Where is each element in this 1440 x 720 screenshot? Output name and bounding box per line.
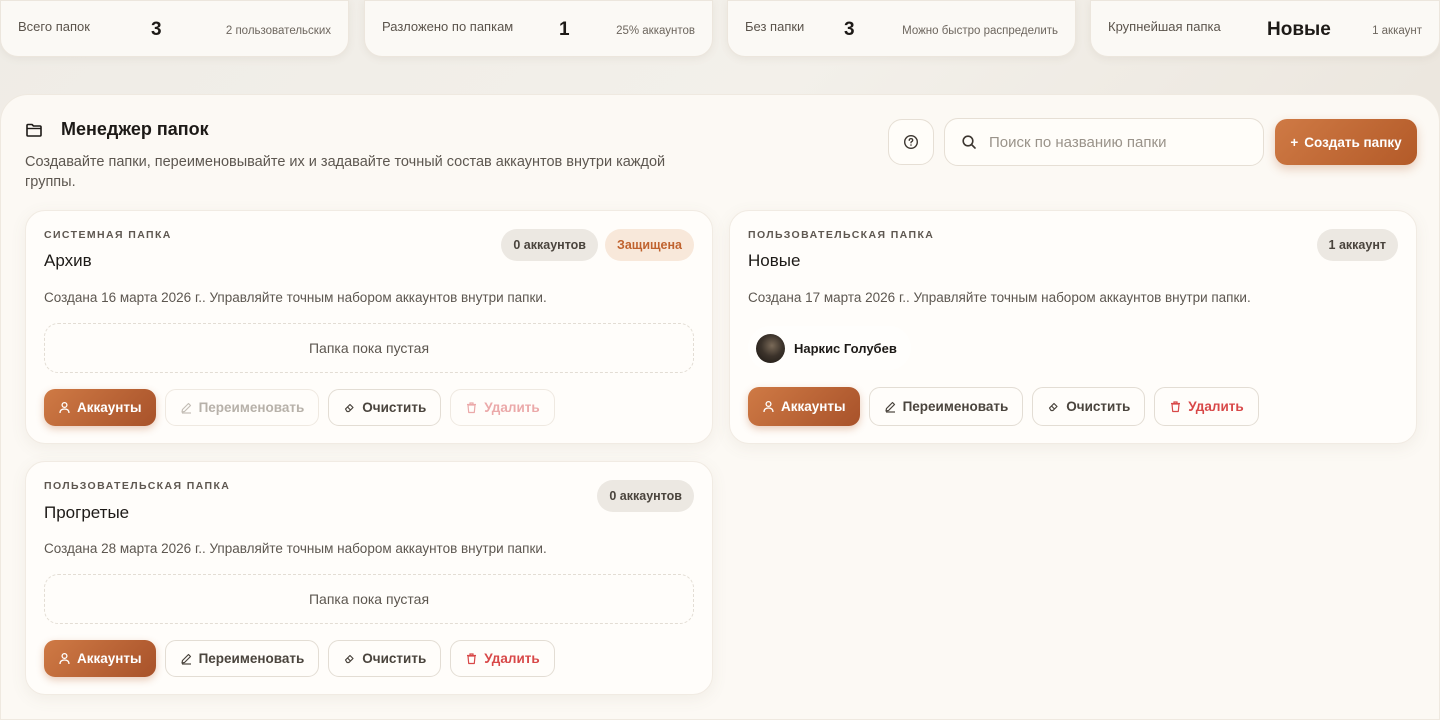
rename-button[interactable]: Переименовать (164, 640, 320, 677)
stat-card-unsorted: Без папки 3 Можно быстро распределить (727, 0, 1076, 57)
stat-sub: 25% аккаунтов (616, 25, 695, 37)
folder-card-archive: СИСТЕМНАЯ ПАПКА Архив 0 аккаунтов Защище… (25, 210, 713, 444)
trash-icon (467, 402, 477, 414)
clear-button[interactable]: Очистить (328, 389, 442, 426)
folder-kind: ПОЛЬЗОВАТЕЛЬСКАЯ ПАПКА (748, 229, 935, 241)
delete-button[interactable]: Удалить (450, 389, 555, 426)
accounts-button-label: Аккаунты (77, 400, 142, 415)
eraser-icon (345, 403, 354, 413)
delete-button[interactable]: Удалить (1154, 387, 1259, 426)
trash-icon (467, 653, 477, 665)
page-description: Создавайте папки, переименовывайте их и … (25, 154, 666, 190)
folder-name: Архив (44, 251, 92, 270)
clear-button[interactable]: Очистить (328, 640, 442, 677)
delete-button-label: Удалить (1188, 399, 1244, 414)
clear-button-label: Очистить (362, 400, 427, 415)
accounts-button[interactable]: Аккаунты (748, 387, 860, 426)
stat-label: Без папки (745, 19, 805, 34)
stat-label: Разложено по папкам (382, 19, 514, 34)
user-icon (763, 400, 774, 413)
pencil-icon (180, 653, 191, 665)
stats-bar: Всего папок 3 2 пользовательских Разложе… (0, 0, 1440, 57)
account-count-badge: 0 аккаунтов (597, 480, 694, 512)
stat-value: 3 (844, 19, 855, 40)
pencil-icon (884, 401, 895, 413)
stat-value: 1 (559, 19, 570, 40)
folder-description: Создана 28 марта 2026 г.. Управляйте точ… (44, 541, 547, 556)
folder-description: Создана 17 марта 2026 г.. Управляйте точ… (748, 290, 1251, 305)
accounts-button[interactable]: Аккаунты (44, 640, 156, 677)
stat-sub: 1 аккаунт (1372, 25, 1422, 37)
folder-badges: 0 аккаунтов Защищена (501, 229, 694, 261)
account-count-badge: 1 аккаунт (1316, 229, 1398, 261)
accounts-button[interactable]: Аккаунты (44, 389, 156, 426)
stat-label: Всего папок (18, 19, 90, 34)
folder-icon (25, 121, 43, 139)
search-input[interactable] (989, 133, 1249, 151)
user-icon (59, 652, 70, 665)
folder-actions: Аккаунты Переименовать Очистить Удалить (748, 387, 1259, 426)
create-folder-label: Создать папку (1304, 134, 1402, 150)
stat-card-sorted: Разложено по папкам 1 25% аккаунтов (364, 0, 713, 57)
folder-actions: Аккаунты Переименовать Очистить Удалить (44, 640, 555, 677)
rename-button-label: Переименовать (902, 399, 1009, 414)
rename-button[interactable]: Переименовать (164, 389, 320, 426)
accounts-button-label: Аккаунты (781, 399, 846, 414)
rename-button-label: Переименовать (198, 651, 305, 666)
member-name: Наркис Голубев (794, 340, 897, 356)
rename-button-label: Переименовать (198, 400, 305, 415)
accounts-button-label: Аккаунты (77, 651, 142, 666)
empty-folder-placeholder: Папка пока пустая (44, 574, 694, 624)
stat-label: Крупнейшая папка (1108, 19, 1221, 34)
folder-kind: ПОЛЬЗОВАТЕЛЬСКАЯ ПАПКА (44, 480, 231, 492)
eraser-icon (345, 654, 354, 664)
rename-button[interactable]: Переименовать (868, 387, 1024, 426)
folder-kind: СИСТЕМНАЯ ПАПКА (44, 229, 172, 241)
folder-description: Создана 16 марта 2026 г.. Управляйте точ… (44, 290, 547, 305)
stat-sub: 2 пользовательских (225, 25, 331, 37)
clear-button[interactable]: Очистить (1032, 387, 1146, 426)
create-folder-button[interactable]: + Создать папку (1275, 119, 1417, 165)
delete-button-label: Удалить (484, 651, 540, 666)
folder-member-chip[interactable]: Наркис Голубев (748, 326, 911, 370)
eraser-icon (1049, 402, 1058, 412)
folder-badges: 1 аккаунт (1316, 229, 1398, 261)
plus-icon: + (1290, 134, 1299, 150)
clear-button-label: Очистить (1066, 399, 1131, 414)
search-icon (962, 135, 976, 149)
protected-badge: Защищена (604, 229, 694, 261)
question-icon (903, 134, 919, 150)
panel-header: Менеджер папок (25, 119, 209, 140)
search-box (944, 118, 1264, 166)
delete-button-label: Удалить (484, 400, 540, 415)
avatar (756, 333, 785, 363)
pencil-icon (180, 402, 191, 414)
user-icon (59, 401, 70, 414)
stat-card-total: Всего папок 3 2 пользовательских (0, 0, 349, 57)
account-count-badge: 0 аккаунтов (501, 229, 598, 261)
delete-button[interactable]: Удалить (450, 640, 555, 677)
help-button[interactable] (888, 119, 934, 165)
stat-value: 3 (151, 19, 162, 40)
folder-actions: Аккаунты Переименовать Очистить Удалить (44, 389, 555, 426)
folder-name: Новые (748, 251, 801, 270)
clear-button-label: Очистить (362, 651, 427, 666)
stat-sub: Можно быстро распределить (902, 25, 1058, 37)
empty-folder-placeholder: Папка пока пустая (44, 323, 694, 373)
folder-name: Прогретые (44, 503, 130, 522)
folder-badges: 0 аккаунтов (597, 480, 694, 512)
trash-icon (1171, 401, 1181, 413)
stat-card-largest: Крупнейшая папка Новые 1 аккаунт (1090, 0, 1440, 57)
stat-value: Новые (1267, 19, 1331, 40)
page-title: Менеджер папок (61, 119, 209, 139)
folder-card-new: ПОЛЬЗОВАТЕЛЬСКАЯ ПАПКА Новые 1 аккаунт С… (729, 210, 1417, 444)
folder-card-warmed: ПОЛЬЗОВАТЕЛЬСКАЯ ПАПКА Прогретые 0 аккау… (25, 461, 713, 695)
folder-manager-panel: Менеджер папок Создавайте папки, переиме… (0, 94, 1440, 720)
